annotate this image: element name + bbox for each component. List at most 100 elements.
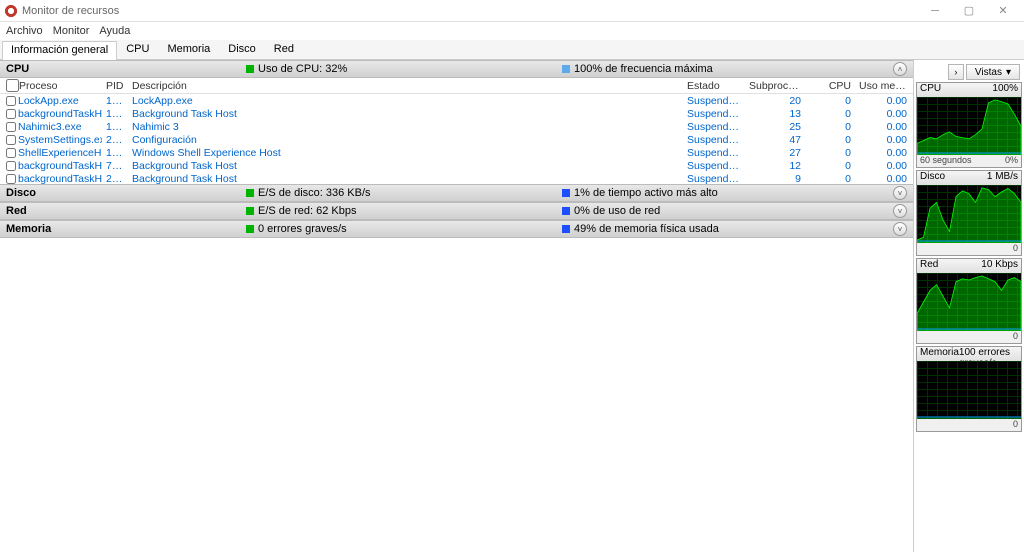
process-table-header: Proceso PID Descripción Estado Subproces…: [0, 78, 913, 94]
process-desc: Background Task Host: [128, 160, 683, 172]
table-row[interactable]: ShellExperienceHost.exe19956Windows Shel…: [0, 146, 913, 159]
process-cpu: 0: [805, 173, 855, 185]
menu-archivo[interactable]: Archivo: [6, 25, 43, 37]
process-desc: LockApp.exe: [128, 95, 683, 107]
minimize-button[interactable]: ─: [918, 0, 952, 22]
process-desc: Configuración: [128, 134, 683, 146]
process-avg: 0.00: [855, 173, 911, 185]
expand-button[interactable]: ˅: [893, 222, 907, 236]
chart-red: Red10 Kbps0: [916, 258, 1022, 344]
row-checkbox[interactable]: [6, 161, 16, 171]
process-threads: 12: [745, 160, 805, 172]
chart-foot-right: 0: [1013, 419, 1018, 431]
expand-button[interactable]: ˅: [893, 204, 907, 218]
views-button[interactable]: Vistas ▾: [966, 64, 1020, 80]
table-row[interactable]: backgroundTaskHost.exe7284Background Tas…: [0, 159, 913, 172]
process-state: Suspendido: [683, 160, 745, 172]
close-button[interactable]: ✕: [986, 0, 1020, 22]
section-header-disco[interactable]: Disco E/S de disco: 336 KB/s 1% de tiemp…: [0, 184, 913, 202]
process-state: Suspendido: [683, 95, 745, 107]
color-swatch-icon: [562, 207, 570, 215]
process-cpu: 0: [805, 108, 855, 120]
process-cpu: 0: [805, 147, 855, 159]
col-estado[interactable]: Estado: [683, 80, 745, 92]
process-pid: 20240: [102, 134, 128, 146]
menu-bar: Archivo Monitor Ayuda: [0, 22, 1024, 40]
process-state: Suspendido: [683, 134, 745, 146]
app-icon: [4, 4, 18, 18]
process-avg: 0.00: [855, 134, 911, 146]
section-header-red[interactable]: Red E/S de red: 62 Kbps 0% de uso de red…: [0, 202, 913, 220]
process-avg: 0.00: [855, 95, 911, 107]
process-cpu: 0: [805, 134, 855, 146]
process-pid: 19956: [102, 147, 128, 159]
chart-foot-right: 0: [1013, 243, 1018, 255]
collapse-panel-button[interactable]: ›: [948, 64, 964, 80]
chart-title: Memoria: [920, 347, 959, 361]
process-cpu: 0: [805, 121, 855, 133]
chevron-down-icon: ˅: [898, 189, 903, 198]
chevron-right-icon: ›: [954, 67, 957, 77]
table-row[interactable]: LockApp.exe12356LockApp.exeSuspendido200…: [0, 94, 913, 107]
select-all-checkbox[interactable]: [6, 79, 19, 92]
row-checkbox[interactable]: [6, 96, 16, 106]
process-name: backgroundTaskHost.exe: [18, 108, 102, 120]
process-pid: 7284: [102, 160, 128, 172]
section-header-memoria[interactable]: Memoria 0 errores graves/s 49% de memori…: [0, 220, 913, 238]
chevron-up-icon: ˄: [898, 65, 903, 74]
col-proceso[interactable]: Proceso: [19, 80, 58, 92]
row-checkbox[interactable]: [6, 135, 16, 145]
process-name: SystemSettings.exe: [18, 134, 102, 146]
color-swatch-icon: [562, 189, 570, 197]
table-row[interactable]: SystemSettings.exe20240ConfiguraciónSusp…: [0, 133, 913, 146]
chart-title: Disco: [920, 171, 945, 185]
process-pid: 13304: [102, 108, 128, 120]
col-uso-medio[interactable]: Uso medio de ...: [855, 80, 911, 92]
process-desc: Background Task Host: [128, 173, 683, 185]
tab-bar: Información general CPU Memoria Disco Re…: [0, 40, 1024, 60]
process-cpu: 0: [805, 160, 855, 172]
row-checkbox[interactable]: [6, 148, 16, 158]
menu-ayuda[interactable]: Ayuda: [99, 25, 130, 37]
collapse-button[interactable]: ˄: [893, 62, 907, 76]
process-threads: 9: [745, 173, 805, 185]
tab-disco[interactable]: Disco: [219, 40, 265, 59]
table-row[interactable]: backgroundTaskHost.exe13304Background Ta…: [0, 107, 913, 120]
process-name: ShellExperienceHost.exe: [18, 147, 102, 159]
tab-cpu[interactable]: CPU: [117, 40, 158, 59]
row-checkbox[interactable]: [6, 122, 16, 132]
maximize-button[interactable]: ▢: [952, 0, 986, 22]
expand-button[interactable]: ˅: [893, 186, 907, 200]
process-threads: 25: [745, 121, 805, 133]
row-checkbox[interactable]: [6, 174, 16, 184]
tab-red[interactable]: Red: [265, 40, 303, 59]
table-row[interactable]: Nahimic3.exe18716Nahimic 3Suspendido2500…: [0, 120, 913, 133]
col-descripcion[interactable]: Descripción: [128, 80, 683, 92]
mem-usage-text: 49% de memoria física usada: [574, 223, 719, 235]
views-label: Vistas: [975, 67, 1002, 78]
menu-monitor[interactable]: Monitor: [53, 25, 90, 37]
process-desc: Background Task Host: [128, 108, 683, 120]
cpu-freq-text: 100% de frecuencia máxima: [574, 63, 713, 75]
chart-foot-right: 0: [1013, 331, 1018, 343]
chart-scale: 1 MB/s: [987, 171, 1018, 185]
color-swatch-icon: [562, 65, 570, 73]
process-state: Suspendido: [683, 173, 745, 185]
section-label: Disco: [6, 187, 246, 199]
col-cpu[interactable]: CPU: [805, 80, 855, 92]
chart-cpu: CPU100%60 segundos0%: [916, 82, 1022, 168]
row-checkbox[interactable]: [6, 109, 16, 119]
tab-general[interactable]: Información general: [2, 41, 117, 60]
dropdown-icon: ▾: [1006, 67, 1011, 78]
col-subprocesos[interactable]: Subprocesos: [745, 80, 805, 92]
process-state: Suspendido: [683, 121, 745, 133]
disk-io-text: E/S de disco: 336 KB/s: [258, 187, 371, 199]
process-avg: 0.00: [855, 121, 911, 133]
net-usage-text: 0% de uso de red: [574, 205, 660, 217]
color-swatch-icon: [246, 189, 254, 197]
chart-scale: 10 Kbps: [981, 259, 1018, 273]
table-row[interactable]: backgroundTaskHost.exe22452Background Ta…: [0, 172, 913, 184]
col-pid[interactable]: PID: [102, 80, 128, 92]
tab-memoria[interactable]: Memoria: [158, 40, 219, 59]
section-header-cpu[interactable]: CPU Uso de CPU: 32% 100% de frecuencia m…: [0, 60, 913, 78]
